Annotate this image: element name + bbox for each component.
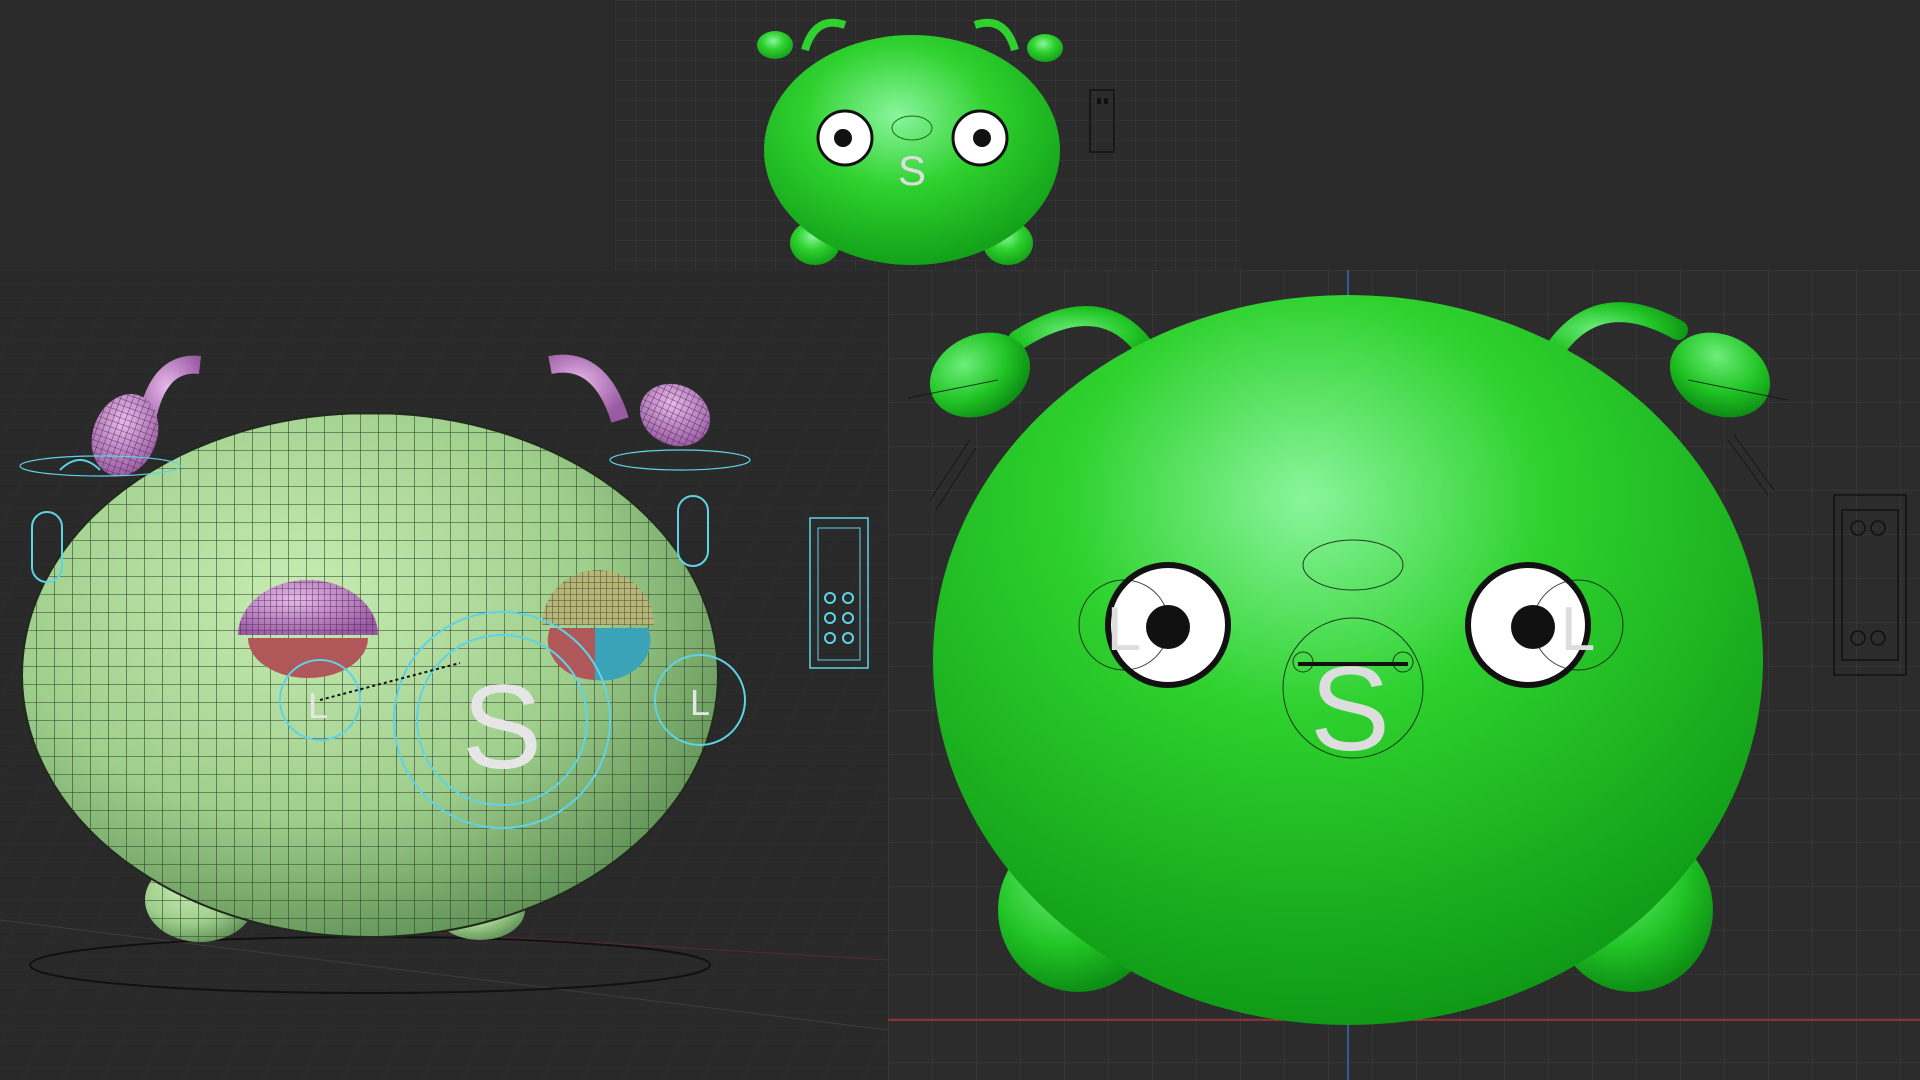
front-eye-left-label: L xyxy=(1107,595,1141,664)
preview-canvas: S xyxy=(615,0,1240,270)
preview-viewport[interactable]: S xyxy=(615,0,1240,270)
front-canvas: L L S xyxy=(888,270,1920,1080)
front-eye-right-label: L xyxy=(1561,595,1595,664)
perspective-canvas: L L S xyxy=(0,270,888,1080)
eye-right-control-label: L xyxy=(690,682,710,723)
mouth-control-label: S xyxy=(462,660,542,794)
preview-mouth-control: S xyxy=(898,147,926,194)
front-viewport[interactable]: L L S xyxy=(888,270,1920,1080)
eye-left-control-label: L xyxy=(308,685,328,726)
rigging-workspace: { "app": { "window_title": "", "backgrou… xyxy=(0,0,1920,1080)
front-mouth-control-label: S xyxy=(1310,642,1390,776)
perspective-viewport[interactable]: L L S xyxy=(0,270,888,1080)
